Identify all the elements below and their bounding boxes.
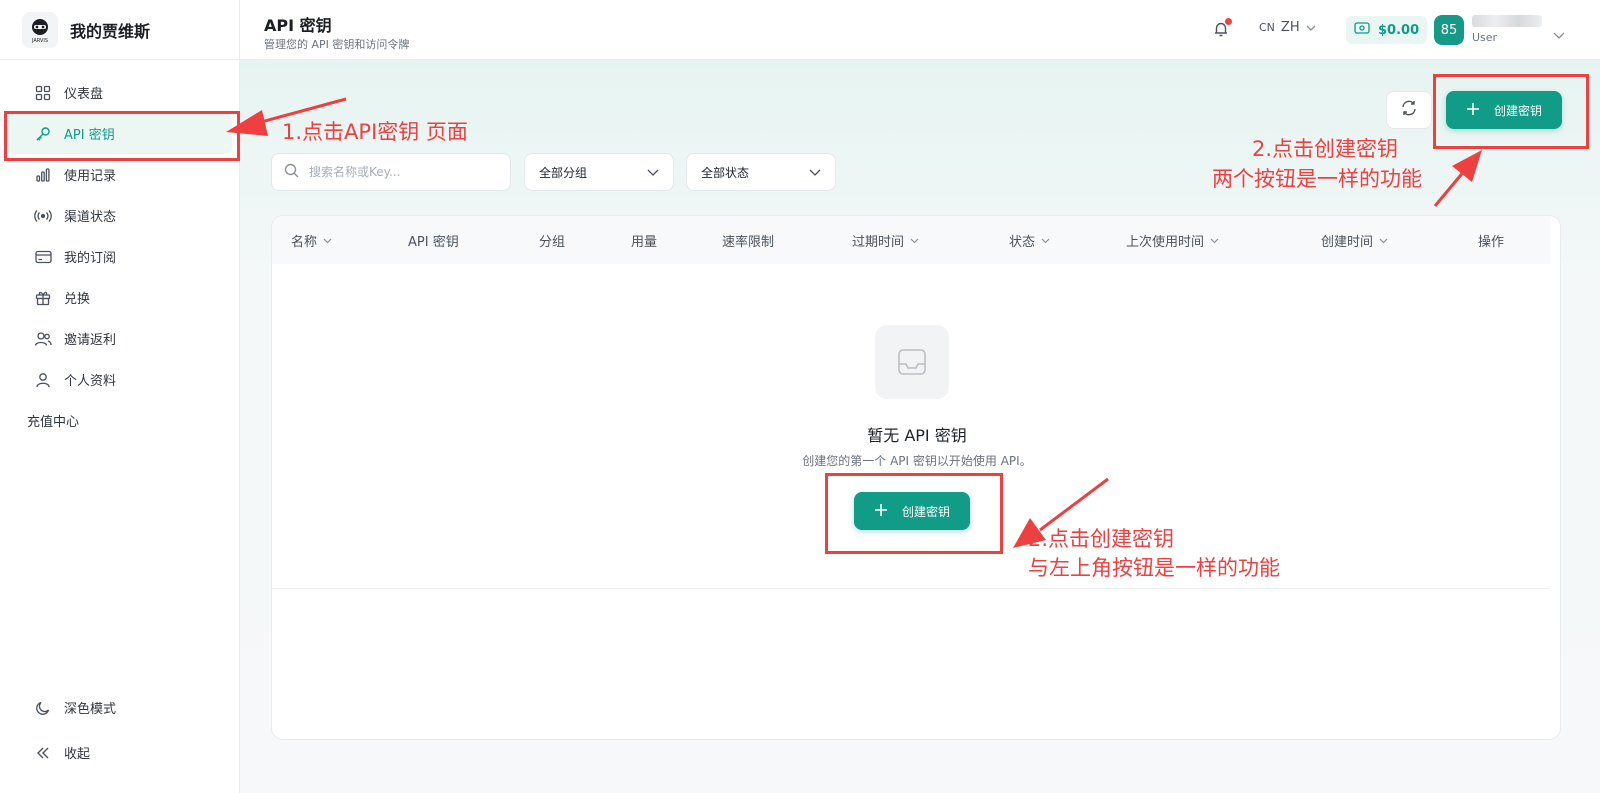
user-menu-chevron-down-icon[interactable] [1553, 24, 1565, 43]
chevron-down-icon [809, 165, 821, 179]
annotation-note-3-line1: 2.点击创建密钥 [1028, 527, 1175, 551]
search-input[interactable] [309, 165, 499, 179]
column-label: 创建时间 [1321, 234, 1374, 250]
user-name-redacted [1472, 15, 1542, 27]
group-select-value: 全部分组 [539, 165, 588, 180]
column-header-status[interactable]: 状态 [1009, 216, 1050, 264]
double-chevron-left-icon [34, 744, 52, 762]
annotation-box-sidebar [4, 111, 240, 161]
column-label: 名称 [291, 234, 318, 250]
language-selector[interactable]: CN ZH [1259, 20, 1316, 35]
top-header: API 密钥 管理您的 API 密钥和访问令牌 CN ZH $0.00 85 U… [240, 0, 1600, 60]
sidebar-item-label: 我的订阅 [64, 251, 117, 266]
language-code: CN [1259, 21, 1275, 34]
collapse-sidebar-button[interactable]: 收起 [6, 732, 232, 773]
column-header-api-key: API 密钥 [408, 216, 459, 264]
wallet-icon [1354, 22, 1370, 38]
column-label: 用量 [631, 234, 658, 250]
svg-text:JARVIS: JARVIS [31, 38, 48, 44]
status-select[interactable]: 全部状态 [686, 153, 836, 191]
column-label: 上次使用时间 [1126, 234, 1205, 250]
dashboard-icon [34, 84, 52, 102]
column-header-last-used[interactable]: 上次使用时间 [1126, 216, 1219, 264]
sidebar-item-label: 仪表盘 [64, 87, 104, 102]
language-label: ZH [1280, 20, 1300, 35]
column-header-usage: 用量 [631, 216, 657, 264]
column-label: 分组 [539, 234, 566, 250]
signal-icon [34, 207, 52, 225]
page-subtitle: 管理您的 API 密钥和访问令牌 [264, 38, 410, 51]
sort-chevron-icon [1210, 233, 1219, 248]
sidebar-bottom: 深色模式 收起 [0, 687, 240, 793]
annotation-note-3-line2: 与左上角按钮是一样的功能 [1028, 556, 1280, 580]
avatar[interactable]: 85 [1434, 15, 1464, 45]
column-header-group: 分组 [539, 216, 565, 264]
sidebar-item-subscriptions[interactable]: 我的订阅 [6, 236, 232, 277]
refresh-icon [1400, 99, 1418, 121]
annotation-box-top-create [1433, 74, 1589, 149]
refresh-button[interactable] [1386, 91, 1432, 129]
column-label: 状态 [1009, 234, 1036, 250]
card-icon [34, 248, 52, 266]
empty-state-description: 创建您的第一个 API 密钥以开始使用 API。 [802, 454, 1032, 468]
table-divider [272, 588, 1550, 589]
collapse-label: 收起 [64, 747, 91, 762]
sidebar-item-label: 邀请返利 [64, 333, 117, 348]
column-header-expires[interactable]: 过期时间 [852, 216, 919, 264]
notification-bell-icon[interactable] [1212, 18, 1232, 40]
page-title: API 密钥 [264, 16, 332, 35]
empty-state-title: 暂无 API 密钥 [867, 426, 967, 445]
sort-chevron-icon [1379, 233, 1388, 248]
user-icon [34, 371, 52, 389]
gift-icon [34, 289, 52, 307]
column-label: 速率限制 [722, 234, 775, 250]
sidebar-item-label: 兑换 [64, 292, 91, 307]
balance-badge[interactable]: $0.00 [1346, 16, 1428, 44]
search-box[interactable] [271, 153, 511, 191]
search-icon [284, 163, 299, 182]
column-header-actions: 操作 [1478, 216, 1504, 264]
brand-name: 我的贾维斯 [70, 21, 151, 41]
annotation-box-center-create [825, 473, 1003, 554]
dark-mode-toggle[interactable]: 深色模式 [6, 687, 232, 728]
balance-amount: $0.00 [1378, 22, 1420, 38]
sort-chevron-icon [323, 233, 332, 248]
brand: JARVIS 我的贾维斯 [0, 0, 239, 60]
chevron-down-icon [1306, 20, 1316, 35]
jarvis-logo-icon: JARVIS [22, 11, 58, 48]
sidebar-item-label: 渠道状态 [64, 210, 117, 225]
column-label: API 密钥 [408, 234, 459, 250]
column-label: 过期时间 [852, 234, 905, 250]
column-label: 操作 [1478, 234, 1505, 250]
user-role: User [1472, 31, 1498, 44]
status-select-value: 全部状态 [701, 165, 750, 180]
table-header: 名称 API 密钥 分组 用量 速率限制 过期时间 状态 上次使用时间 创建时间 [272, 216, 1550, 264]
sidebar-item-profile[interactable]: 个人资料 [6, 359, 232, 400]
annotation-note-1: 1.点击API密钥 页面 [282, 120, 468, 144]
annotation-note-2-line1: 2.点击创建密钥 [1252, 137, 1399, 161]
sort-chevron-icon [910, 233, 919, 248]
sort-chevron-icon [1041, 233, 1050, 248]
sidebar-item-referral[interactable]: 邀请返利 [6, 318, 232, 359]
notification-dot [1225, 18, 1232, 25]
inbox-icon [875, 325, 949, 399]
users-icon [34, 330, 52, 348]
column-header-rate-limit: 速率限制 [722, 216, 774, 264]
moon-icon [34, 699, 52, 717]
column-header-name[interactable]: 名称 [291, 216, 332, 264]
bar-chart-icon [34, 166, 52, 184]
chevron-down-icon [647, 165, 659, 179]
sidebar-item-label: 使用记录 [64, 169, 117, 184]
dark-mode-label: 深色模式 [64, 702, 117, 717]
sidebar-item-dashboard[interactable]: 仪表盘 [6, 72, 232, 113]
group-select[interactable]: 全部分组 [524, 153, 674, 191]
sidebar-item-recharge[interactable]: 充值中心 [0, 400, 240, 441]
annotation-note-2-line2: 两个按钮是一样的功能 [1212, 167, 1422, 191]
sidebar-item-redeem[interactable]: 兑换 [6, 277, 232, 318]
column-header-created[interactable]: 创建时间 [1321, 216, 1388, 264]
sidebar-item-label: 个人资料 [64, 374, 117, 389]
sidebar-item-channel-status[interactable]: 渠道状态 [6, 195, 232, 236]
